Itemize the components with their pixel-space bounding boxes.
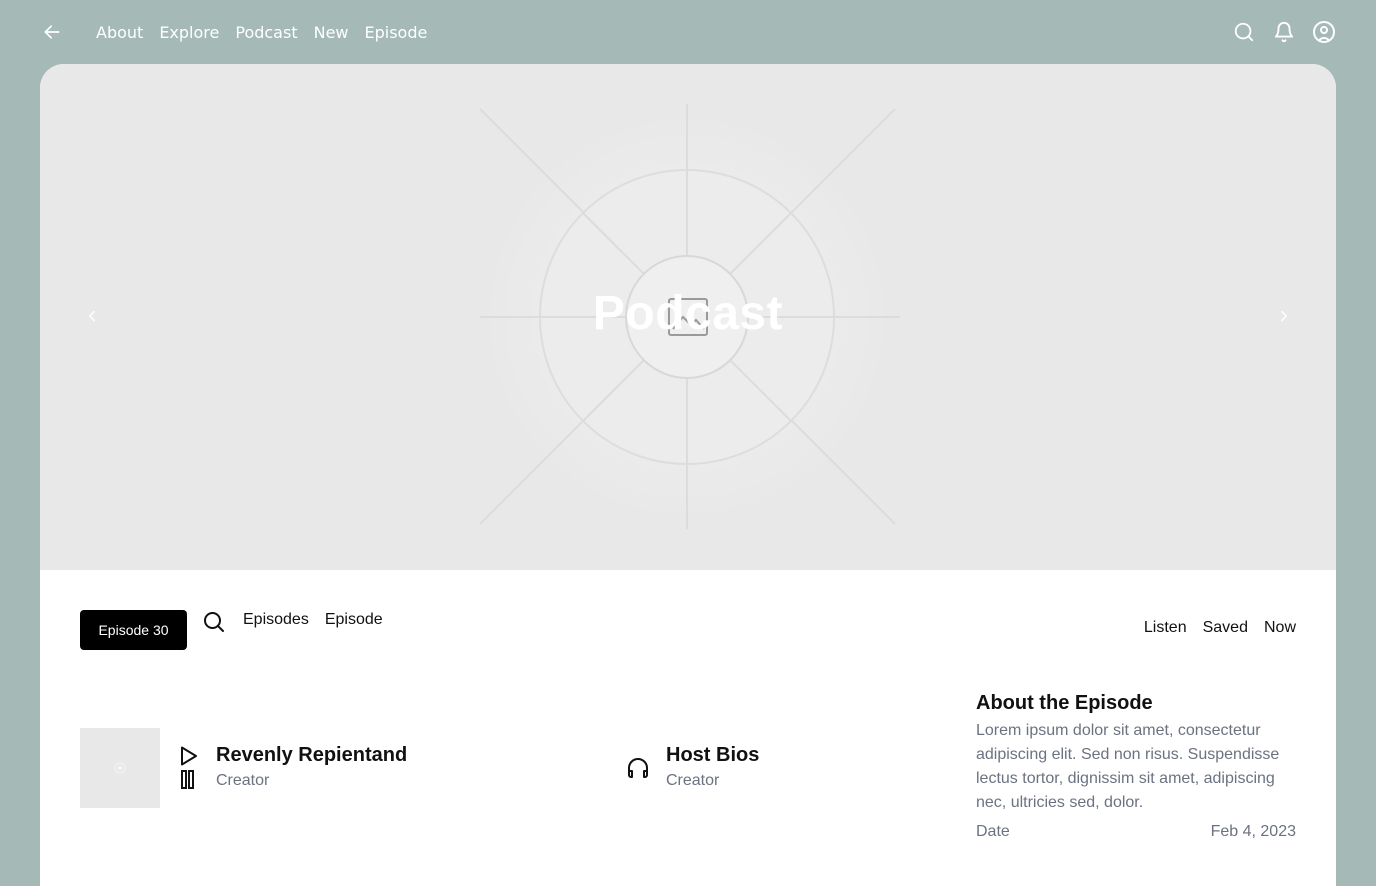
nav-link-new[interactable]: New (314, 23, 349, 42)
search-icon (204, 612, 224, 632)
account-button[interactable] (1312, 20, 1336, 44)
host-bios-button[interactable] (626, 756, 650, 780)
user-circle-icon (1313, 21, 1335, 43)
saved-link[interactable]: Saved (1203, 619, 1248, 637)
nav-link-explore[interactable]: Explore (159, 23, 219, 42)
about-meta: Date Feb 4, 2023 (976, 823, 1296, 841)
headphones-icon (628, 758, 648, 778)
play-icon (181, 746, 197, 766)
back-arrow-icon (44, 25, 60, 39)
item-title-creator[interactable]: Revenly Repientand (216, 744, 407, 767)
episode-search-button[interactable] (202, 610, 226, 634)
pause-button[interactable] (176, 768, 200, 792)
item-title-host-bios[interactable]: Host Bios (666, 744, 759, 767)
back-button[interactable] (40, 20, 64, 44)
now-link[interactable]: Now (1264, 619, 1296, 637)
nav-links: About Explore Podcast New Episode (96, 20, 427, 44)
episode-badge-button[interactable]: Episode 30 (80, 610, 187, 650)
about-body: Lorem ipsum dolor sit amet, consectetur … (976, 722, 1280, 811)
nav-link-podcast[interactable]: Podcast (235, 23, 297, 42)
notifications-button[interactable] (1272, 20, 1296, 44)
date-label: Date (976, 823, 1010, 840)
listen-link[interactable]: Listen (1144, 619, 1187, 637)
nav-link-episode[interactable]: Episode (365, 23, 428, 42)
search-button[interactable] (1232, 20, 1256, 44)
toolbar-right-links: Listen Saved Now (1144, 619, 1296, 637)
item-subtitle-host-bios: Creator (666, 772, 720, 789)
top-nav: About Explore Podcast New Episode (0, 0, 1376, 64)
episode-thumbnail[interactable] (80, 728, 160, 808)
about-heading: About the Episode (976, 692, 1153, 714)
item-subtitle-creator: Creator (216, 772, 270, 789)
carousel-prev-button[interactable] (80, 304, 104, 328)
about-episode-panel: About the Episode Lorem ipsum dolor sit … (976, 692, 1296, 841)
play-button[interactable] (176, 744, 200, 768)
pause-icon (181, 770, 194, 789)
episode-card: Podcast Episode 30 Episodes Episode List… (40, 64, 1336, 886)
carousel-next-button[interactable] (1272, 304, 1296, 328)
search-icon (1234, 22, 1254, 42)
episodes-link[interactable]: Episodes (243, 611, 309, 629)
date-value: Feb 4, 2023 (1210, 823, 1296, 840)
image-placeholder-icon (114, 762, 126, 774)
chevron-left-icon (89, 310, 95, 322)
hero-banner: Podcast (40, 64, 1336, 570)
chevron-right-icon (1281, 310, 1287, 322)
episode-link[interactable]: Episode (325, 611, 383, 629)
nav-actions (1232, 20, 1336, 44)
hero-title: Podcast (592, 287, 784, 340)
bell-icon (1274, 22, 1294, 43)
toolbar-links: Episodes Episode (243, 611, 383, 629)
nav-link-about[interactable]: About (96, 23, 143, 42)
